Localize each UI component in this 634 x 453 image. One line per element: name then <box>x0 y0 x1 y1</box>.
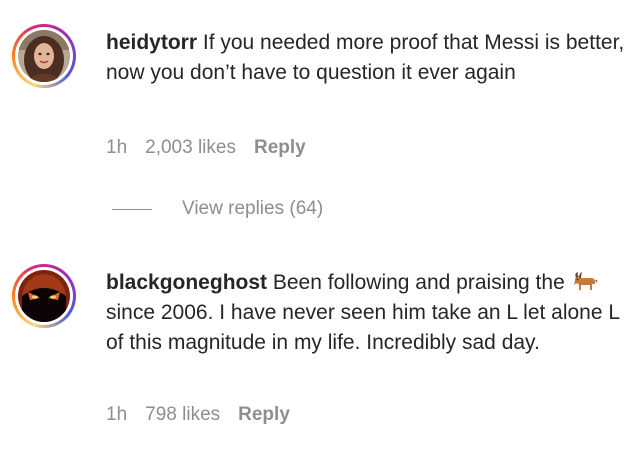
avatar-image <box>18 30 70 82</box>
comment-meta: 1h 798 likes Reply <box>106 404 290 426</box>
view-replies-button[interactable]: View replies (64) <box>112 198 323 220</box>
avatar-image <box>18 270 70 322</box>
reply-button[interactable]: Reply <box>238 404 290 426</box>
comment-text-end: since 2006. I have never seen him take a… <box>106 301 620 354</box>
comment-body: blackgoneghost Been following and praisi… <box>106 268 626 358</box>
goat-icon <box>571 270 599 292</box>
story-ring[interactable] <box>12 24 76 88</box>
comment-username[interactable]: heidytorr <box>106 31 197 54</box>
story-ring[interactable] <box>12 264 76 328</box>
view-replies-label: View replies (64) <box>182 198 324 219</box>
comment-likes[interactable]: 798 likes <box>145 404 220 426</box>
comment-meta: 1h 2,003 likes Reply <box>106 137 306 159</box>
reply-button[interactable]: Reply <box>254 137 306 159</box>
comment-likes[interactable]: 2,003 likes <box>145 137 236 159</box>
replies-divider <box>112 208 152 210</box>
avatar[interactable] <box>18 270 70 322</box>
comment-text-start: Been following and praising the <box>272 271 565 294</box>
comment-body: heidytorr If you needed more proof that … <box>106 28 626 88</box>
avatar[interactable] <box>18 30 70 82</box>
comment-username[interactable]: blackgoneghost <box>106 271 267 294</box>
comment-timestamp[interactable]: 1h <box>106 137 127 159</box>
comment-timestamp[interactable]: 1h <box>106 404 127 426</box>
